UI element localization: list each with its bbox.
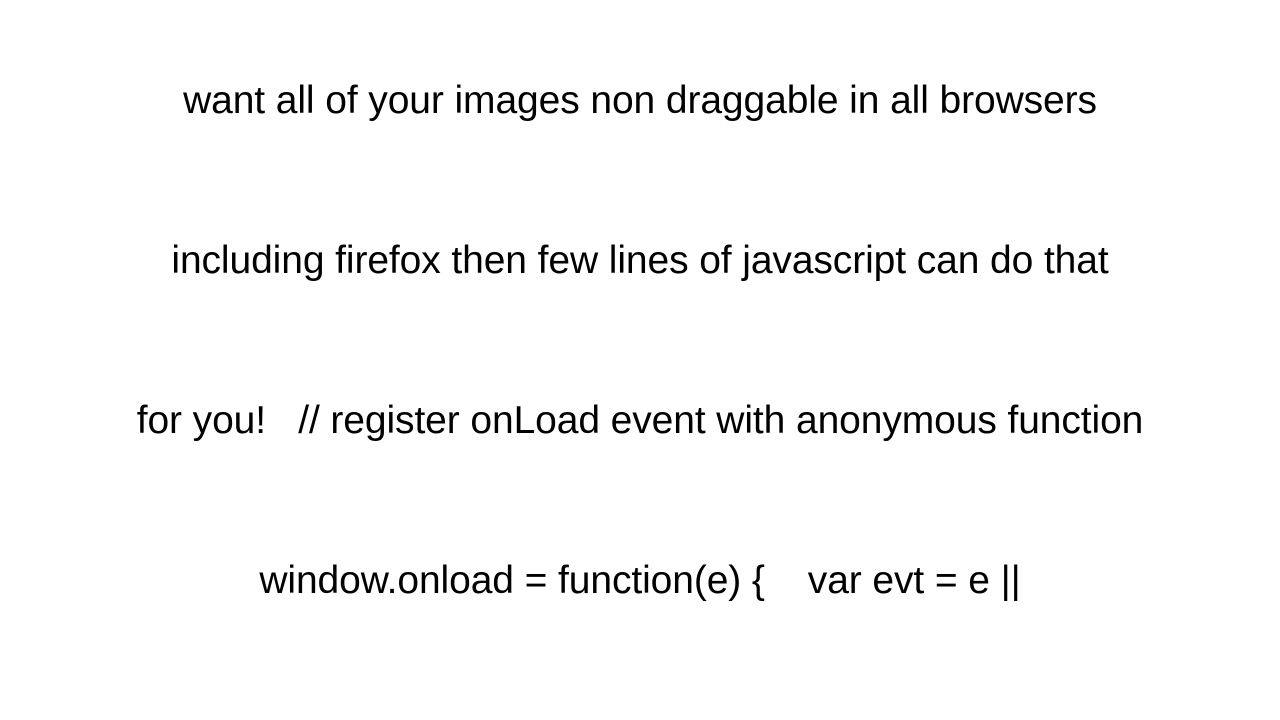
text-line-4: window.onload = function(e) { var evt = … xyxy=(259,559,1021,603)
answer-text-block: want all of your images non draggable in… xyxy=(0,0,1280,720)
text-line-2: including firefox then few lines of java… xyxy=(171,239,1109,283)
text-image-canvas: want all of your images non draggable in… xyxy=(0,0,1280,720)
text-line-3: for you! // register onLoad event with a… xyxy=(136,399,1144,443)
text-line-1: want all of your images non draggable in… xyxy=(183,78,1097,122)
text-line-5: window.event, // define event (cross bro… xyxy=(0,715,1280,720)
